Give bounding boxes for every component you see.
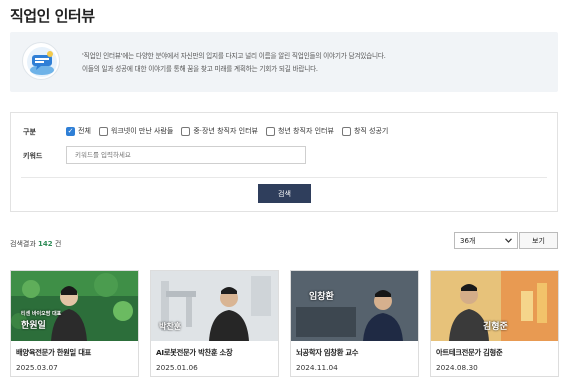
- speech-bubble-icon: [22, 42, 60, 80]
- thumbnail-subcaption: 티센 바이오팜 대표: [21, 311, 62, 317]
- card-date: 2024.08.30: [436, 363, 478, 372]
- result-suffix: 건: [54, 240, 62, 248]
- card-thumbnail[interactable]: 김형준: [431, 271, 558, 341]
- checkbox-icon[interactable]: [98, 126, 108, 136]
- view-button[interactable]: 보기: [519, 232, 558, 249]
- interview-card[interactable]: 임창환 뇌공학자 임창환 교수 2024.11.04: [290, 270, 419, 377]
- intro-box: '직업인 인터뷰'에는 다양한 분야에서 자신만의 입지를 다지고 널리 이름을…: [10, 32, 558, 92]
- divider: [21, 177, 547, 178]
- keyword-label: 키워드: [23, 152, 43, 160]
- chevron-down-icon: [505, 237, 512, 245]
- per-page-value: 36개: [460, 236, 476, 245]
- search-button[interactable]: 검색: [258, 184, 311, 203]
- checkbox-icon[interactable]: [341, 126, 351, 136]
- card-date: 2025.01.06: [156, 363, 198, 372]
- card-date: 2024.11.04: [296, 363, 338, 372]
- interview-card-list: 티센 바이오팜 대표 한원일 배양육전문가 한원일 대표 2025.03.07 …: [10, 270, 559, 378]
- category-label: 구분: [23, 128, 36, 136]
- result-count: 검색결과 142 건: [10, 239, 61, 249]
- filter-panel: 구분 ✓ 전체 워크넷이 만난 사람들 중·장년 창직자 인터뷰 청년 창직자 …: [10, 112, 558, 212]
- checkbox-success-stories-label: 창직 성공기: [353, 127, 389, 135]
- checkbox-middle-aged-creators-label: 중·장년 창직자 인터뷰: [193, 127, 258, 135]
- checkbox-checked-icon[interactable]: ✓: [66, 126, 75, 136]
- intro-line-2: 이들의 일과 성공에 대한 이야기를 통해 꿈을 찾고 미래를 계획하는 기회가…: [82, 65, 318, 73]
- card-thumbnail[interactable]: 티센 바이오팜 대표 한원일: [11, 271, 138, 341]
- result-prefix: 검색결과: [10, 240, 36, 248]
- card-title[interactable]: AI로봇전문가 박찬훈 소장: [156, 348, 233, 358]
- thumbnail-caption: 임창환: [309, 292, 334, 302]
- checkbox-youth-creators-label: 청년 창직자 인터뷰: [277, 127, 334, 135]
- checkbox-icon[interactable]: [265, 126, 275, 136]
- page-title: 직업인 인터뷰: [10, 7, 95, 25]
- checkbox-success-stories[interactable]: 창직 성공기: [341, 126, 389, 136]
- card-date: 2025.03.07: [16, 363, 58, 372]
- checkbox-worknet-people[interactable]: 워크넷이 만난 사람들: [98, 126, 174, 136]
- thumbnail-caption: 박찬훈: [159, 322, 182, 331]
- interview-card[interactable]: 티센 바이오팜 대표 한원일 배양육전문가 한원일 대표 2025.03.07: [10, 270, 139, 377]
- keyword-input[interactable]: [66, 146, 306, 164]
- intro-text: '직업인 인터뷰'에는 다양한 분야에서 자신만의 입지를 다지고 널리 이름을…: [82, 50, 386, 76]
- thumbnail-caption: 한원일: [21, 321, 46, 331]
- checkbox-icon[interactable]: [181, 126, 191, 136]
- interview-card[interactable]: 김형준 아트테크전문가 김형준 2024.08.30: [430, 270, 559, 377]
- checkbox-youth-creators[interactable]: 청년 창직자 인터뷰: [265, 126, 334, 136]
- card-title[interactable]: 아트테크전문가 김형준: [436, 348, 503, 358]
- card-thumbnail[interactable]: 임창환: [291, 271, 418, 341]
- card-title[interactable]: 배양육전문가 한원일 대표: [16, 348, 91, 358]
- category-checkbox-group: ✓ 전체 워크넷이 만난 사람들 중·장년 창직자 인터뷰 청년 창직자 인터뷰…: [66, 126, 388, 136]
- checkbox-middle-aged-creators[interactable]: 중·장년 창직자 인터뷰: [181, 126, 258, 136]
- card-title[interactable]: 뇌공학자 임창환 교수: [296, 348, 359, 358]
- interview-card[interactable]: 박찬훈 AI로봇전문가 박찬훈 소장 2025.01.06: [150, 270, 279, 377]
- card-thumbnail[interactable]: 박찬훈: [151, 271, 278, 341]
- per-page-select[interactable]: 36개: [454, 232, 518, 249]
- checkbox-all-label: 전체: [78, 127, 91, 135]
- checkbox-worknet-people-label: 워크넷이 만난 사람들: [110, 127, 174, 135]
- thumbnail-caption: 김형준: [483, 322, 508, 332]
- result-number: 142: [38, 240, 53, 248]
- checkbox-all[interactable]: ✓ 전체: [66, 126, 91, 136]
- intro-line-1: '직업인 인터뷰'에는 다양한 분야에서 자신만의 입지를 다지고 널리 이름을…: [82, 52, 386, 60]
